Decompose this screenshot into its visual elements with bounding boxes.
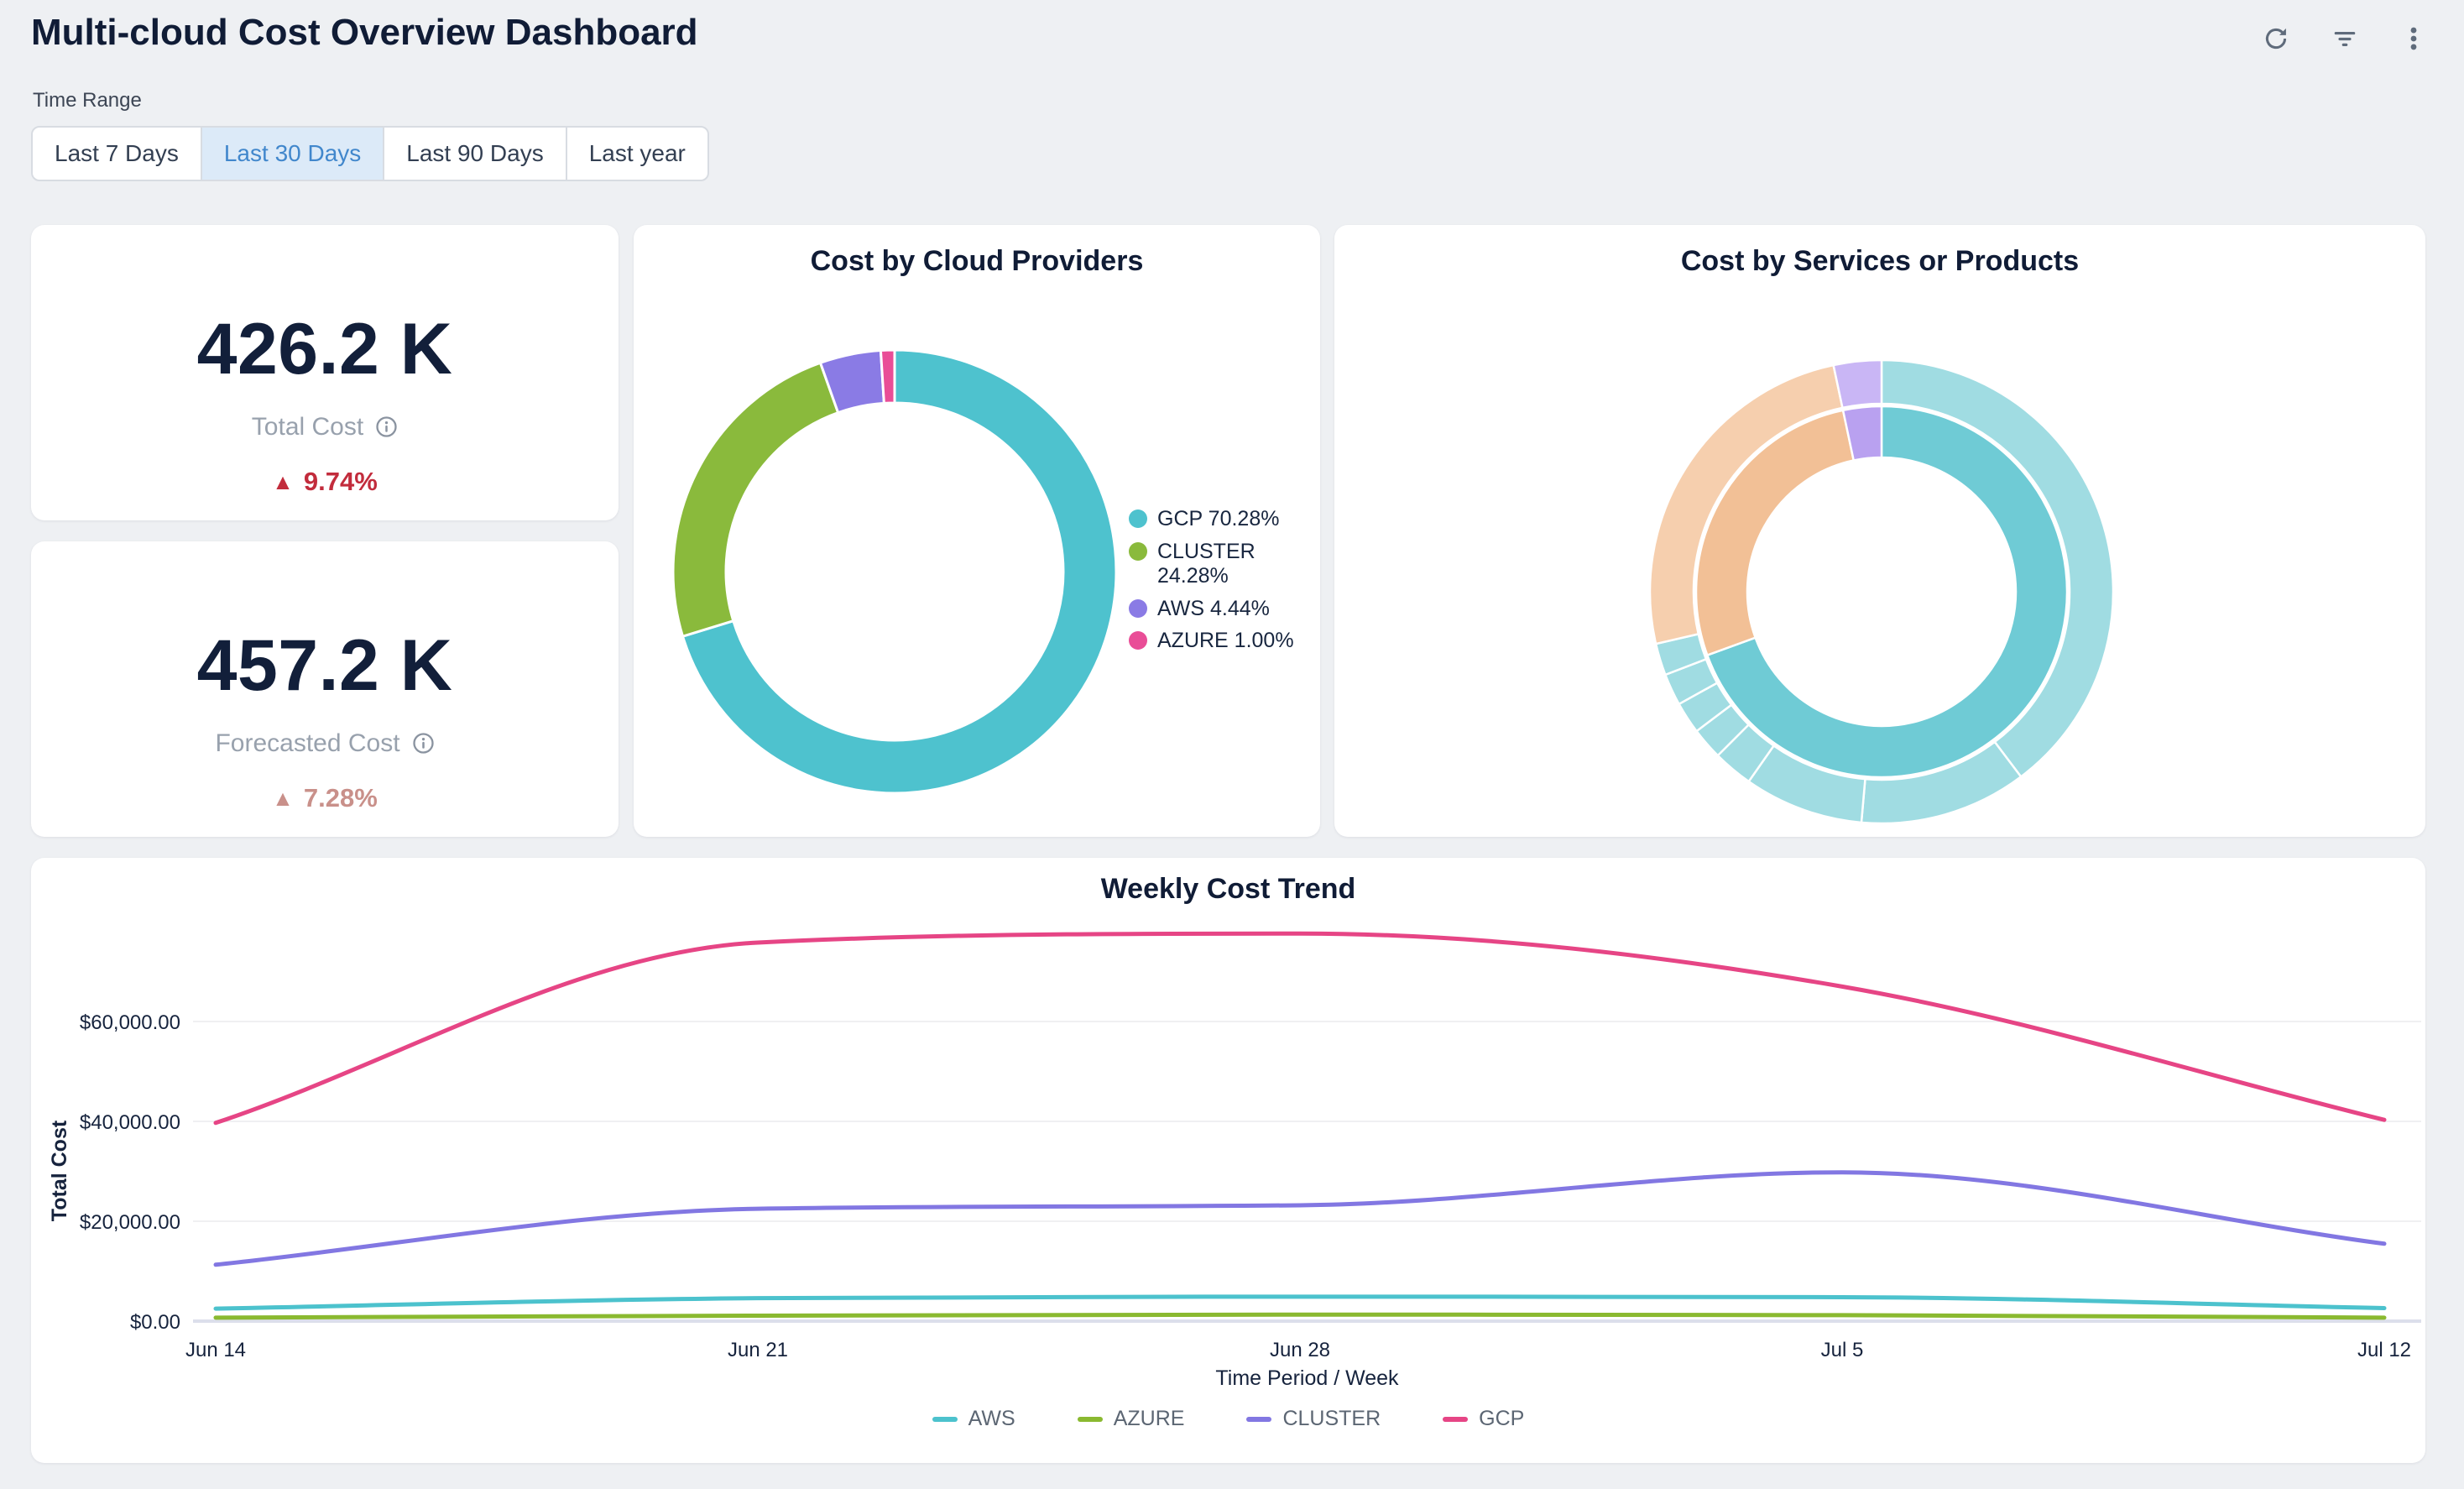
svg-text:Jun 14: Jun 14: [185, 1339, 246, 1361]
up-triangle-icon: ▲: [272, 471, 294, 493]
svg-text:$20,000.00: $20,000.00: [80, 1211, 180, 1234]
legend-dot: [1129, 599, 1147, 618]
kpi-card-forecasted-cost: 457.2 K Forecasted Cost ▲ 7.28%: [31, 541, 619, 837]
kpi-label-total-cost: Total Cost: [252, 413, 363, 441]
kpi-label-forecasted-cost: Forecasted Cost: [215, 729, 399, 758]
kebab-menu-icon: [2399, 24, 2428, 53]
weekly-trend-line-chart[interactable]: $0.00 $20,000.00 $40,000.00 $60,000.00 Jun 1…: [31, 906, 2425, 1410]
legend-item-cluster[interactable]: CLUSTER 24.28%: [1129, 540, 1305, 589]
svg-text:Jun 28: Jun 28: [1270, 1339, 1330, 1361]
legend-dash: [932, 1417, 958, 1422]
chart-title-trend: Weekly Cost Trend: [31, 873, 2425, 906]
svg-text:Jun 21: Jun 21: [728, 1339, 788, 1361]
kpi-value-total-cost: 426.2 K: [197, 308, 453, 391]
header-toolbar: [2261, 24, 2429, 54]
weekly-cost-trend-card: Weekly Cost Trend $0.00 $20,000.00 $40,000…: [31, 858, 2425, 1463]
legend-item-aws[interactable]: AWS: [932, 1407, 1015, 1431]
chart-title-services: Cost by Services or Products: [1334, 245, 2425, 278]
kpi-delta-forecasted-cost: ▲ 7.28%: [272, 783, 378, 813]
time-range-option-last-7-days[interactable]: Last 7 Days: [33, 128, 201, 180]
dashboard-page: { "header": { "title": "Multi-cloud Cost…: [0, 0, 2464, 1489]
svg-text:Jul 5: Jul 5: [1821, 1339, 1864, 1361]
cost-by-providers-card: Cost by Cloud Providers GCP 70.28% CLUST…: [634, 225, 1320, 837]
time-range-label: Time Range: [33, 89, 142, 112]
providers-donut-chart[interactable]: [657, 344, 1127, 814]
info-icon[interactable]: [375, 415, 398, 438]
legend-item-gcp[interactable]: GCP: [1443, 1407, 1524, 1431]
page-title: Multi-cloud Cost Overview Dashboard: [31, 12, 698, 54]
legend-item-aws[interactable]: AWS 4.44%: [1129, 597, 1305, 622]
info-icon[interactable]: [412, 732, 435, 755]
legend-dash: [1078, 1417, 1103, 1422]
services-sunburst-chart[interactable]: [1630, 337, 2133, 841]
up-triangle-icon: ▲: [272, 787, 294, 809]
legend-dot: [1129, 542, 1147, 561]
legend-dot: [1129, 631, 1147, 650]
filter-icon: [2331, 24, 2359, 53]
kpi-delta-value: 7.28%: [304, 783, 378, 813]
kpi-delta-value: 9.74%: [304, 467, 378, 497]
svg-text:$40,000.00: $40,000.00: [80, 1111, 180, 1134]
kpi-value-forecasted-cost: 457.2 K: [197, 624, 453, 708]
time-range-option-last-90-days[interactable]: Last 90 Days: [383, 128, 565, 180]
time-range-option-last-30-days[interactable]: Last 30 Days: [201, 128, 383, 180]
kebab-menu-button[interactable]: [2399, 24, 2429, 54]
refresh-icon: [2262, 24, 2290, 53]
kpi-card-total-cost: 426.2 K Total Cost ▲ 9.74%: [31, 225, 619, 520]
kpi-delta-total-cost: ▲ 9.74%: [272, 467, 378, 497]
legend-dot: [1129, 509, 1147, 528]
cost-by-services-card: Cost by Services or Products: [1334, 225, 2425, 837]
legend-item-gcp[interactable]: GCP 70.28%: [1129, 507, 1305, 532]
chart-title-providers: Cost by Cloud Providers: [634, 245, 1320, 278]
providers-legend: GCP 70.28% CLUSTER 24.28% AWS 4.44% AZUR…: [1129, 507, 1305, 661]
time-range-option-last-year[interactable]: Last year: [566, 128, 707, 180]
legend-dash: [1246, 1417, 1271, 1422]
trend-legend: AWS AZURE CLUSTER GCP: [31, 1407, 2425, 1431]
svg-text:$0.00: $0.00: [130, 1311, 180, 1334]
legend-dash: [1443, 1417, 1468, 1422]
svg-text:$60,000.00: $60,000.00: [80, 1011, 180, 1034]
refresh-button[interactable]: [2261, 24, 2291, 54]
svg-text:Jul 12: Jul 12: [2357, 1339, 2411, 1361]
legend-item-azure[interactable]: AZURE 1.00%: [1129, 629, 1305, 654]
time-range-selector: Last 7 Days Last 30 Days Last 90 Days La…: [31, 126, 709, 181]
legend-item-cluster[interactable]: CLUSTER: [1246, 1407, 1381, 1431]
svg-text:Total Cost: Total Cost: [48, 1120, 71, 1221]
svg-text:Time Period / Week: Time Period / Week: [1215, 1366, 1399, 1390]
filter-button[interactable]: [2330, 24, 2360, 54]
legend-item-azure[interactable]: AZURE: [1078, 1407, 1185, 1431]
